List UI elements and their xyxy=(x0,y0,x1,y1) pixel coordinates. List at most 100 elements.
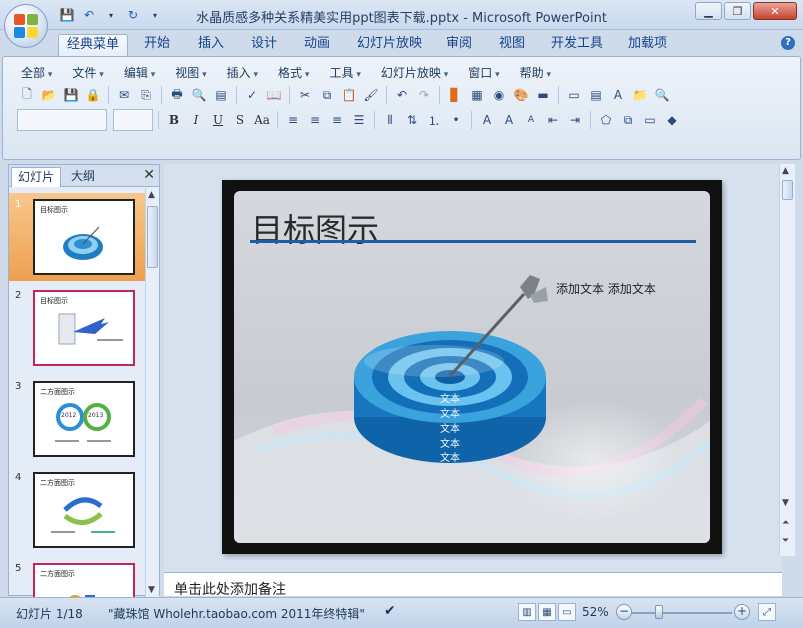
print-preview-icon[interactable]: 🔍 xyxy=(189,85,209,105)
menu-format[interactable]: 格式 xyxy=(268,64,319,82)
text-direction-icon[interactable]: ⇅ xyxy=(402,110,422,130)
underline-button[interactable]: U xyxy=(208,110,228,130)
tab-addins[interactable]: 加载项 xyxy=(620,34,675,56)
menu-view[interactable]: 视图 xyxy=(165,64,216,82)
tab-animation[interactable]: 动画 xyxy=(296,34,338,56)
scroll-up-icon[interactable]: ▲ xyxy=(782,166,789,176)
slide-sorter-view-icon[interactable]: ▦ xyxy=(538,603,556,621)
scroll-down-icon[interactable]: ▼ xyxy=(148,585,155,595)
numbering-icon[interactable]: ⒈ xyxy=(424,110,444,130)
redo-icon[interactable]: ↷ xyxy=(414,85,434,105)
thumbnail-slide-2[interactable]: 目标图示 xyxy=(33,290,135,366)
thumbnail-slide-3[interactable]: 二方面图示 2012 2013 xyxy=(33,381,135,457)
tab-home[interactable]: 开始 xyxy=(136,34,178,56)
grow-font-icon[interactable]: A xyxy=(499,110,519,130)
research-icon[interactable]: 📖 xyxy=(264,85,284,105)
help-icon[interactable]: ? xyxy=(781,36,795,50)
italic-button[interactable]: I xyxy=(186,110,206,130)
ring-label[interactable]: 文本 xyxy=(420,405,480,420)
notes-pane[interactable]: 单击此处添加备注 xyxy=(164,572,782,598)
menu-tools[interactable]: 工具 xyxy=(319,64,370,82)
target-text[interactable]: 添加文本 添加文本 xyxy=(556,280,656,297)
bullets-icon[interactable]: • xyxy=(446,110,466,130)
font-size-combo[interactable] xyxy=(113,109,153,131)
save-icon[interactable]: 💾 xyxy=(61,85,81,105)
restore-button[interactable]: ❐ xyxy=(724,2,751,20)
increase-indent-icon[interactable]: ⇥ xyxy=(565,110,585,130)
format-painter-icon[interactable]: 🖌 xyxy=(361,85,381,105)
menu-window[interactable]: 窗口 xyxy=(458,64,509,82)
scroll-down-icon[interactable]: ▼ xyxy=(782,498,789,508)
zoom-slider-handle[interactable] xyxy=(655,605,663,619)
permission-icon[interactable]: 🔒 xyxy=(83,85,103,105)
insert-table-icon[interactable]: ▦ xyxy=(467,85,487,105)
tab-classic-menu[interactable]: 经典菜单 xyxy=(58,34,129,56)
insert-picture-icon[interactable]: ◉ xyxy=(489,85,509,105)
undo-icon[interactable]: ↶ xyxy=(80,6,98,24)
slide-sorter-icon[interactable]: ▤ xyxy=(211,85,231,105)
quick-styles-icon[interactable]: ▭ xyxy=(640,110,660,130)
tab-view[interactable]: 视图 xyxy=(491,34,533,56)
menu-slideshow[interactable]: 幻灯片放映 xyxy=(371,64,458,82)
publish-icon[interactable]: ⎘ xyxy=(136,85,156,105)
previous-slide-icon[interactable]: ⏶ xyxy=(782,518,789,528)
current-slide[interactable]: 目标图示 添加文本 添加文本 文本 文本 文本 文本 文本 xyxy=(222,180,722,554)
cut-icon[interactable]: ✂ xyxy=(295,85,315,105)
spelling-icon[interactable]: ✓ xyxy=(242,85,262,105)
slide-scroll-thumb[interactable] xyxy=(782,180,793,200)
thumbnail-item[interactable]: 3 二方面图示 2012 2013 xyxy=(9,375,145,463)
color-grayscale-icon[interactable]: 🎨 xyxy=(511,85,531,105)
tab-design[interactable]: 设计 xyxy=(243,34,285,56)
align-center-icon[interactable]: ≡ xyxy=(305,110,325,130)
zoom-out-icon[interactable]: − xyxy=(616,604,632,620)
thumbnail-slide-5[interactable]: 二方面图示 xyxy=(33,563,135,597)
redo-icon[interactable]: ↻ xyxy=(124,6,142,24)
folder-icon[interactable]: 📁 xyxy=(630,85,650,105)
normal-view-icon[interactable]: ▥ xyxy=(518,603,536,621)
undo-icon[interactable]: ↶ xyxy=(392,85,412,105)
tab-slides[interactable]: 幻灯片 xyxy=(11,167,62,187)
ring-label[interactable]: 文本 xyxy=(420,449,480,464)
tab-developer[interactable]: 开发工具 xyxy=(543,34,611,56)
copy-icon[interactable]: ⧉ xyxy=(317,85,337,105)
menu-file[interactable]: 文件 xyxy=(62,64,113,82)
monitor-icon[interactable]: ▬ xyxy=(533,85,553,105)
align-right-icon[interactable]: ≡ xyxy=(327,110,347,130)
thumbnail-item[interactable]: 1 目标图示 xyxy=(9,193,145,281)
zoom-level[interactable]: 52% xyxy=(582,605,609,619)
shadow-button[interactable]: S xyxy=(230,110,250,130)
layout-icon[interactable]: ▤ xyxy=(586,85,606,105)
change-case-button[interactable]: Aa xyxy=(252,110,272,130)
save-icon[interactable]: 💾 xyxy=(58,6,76,24)
align-left-icon[interactable]: ≡ xyxy=(283,110,303,130)
slide-title[interactable]: 目标图示 xyxy=(251,205,379,251)
zoom-icon[interactable]: 🔍 xyxy=(652,85,672,105)
new-slide-icon[interactable]: ▭ xyxy=(564,85,584,105)
panel-scroll-thumb[interactable] xyxy=(147,206,158,268)
thumbnail-slide-4[interactable]: 二方面图示 xyxy=(33,472,135,548)
shrink-font-icon[interactable]: A xyxy=(521,110,541,130)
shapes-icon[interactable]: ⬠ xyxy=(596,110,616,130)
email-icon[interactable]: ✉ xyxy=(114,85,134,105)
insert-chart-icon[interactable]: ▊ xyxy=(445,85,465,105)
next-slide-icon[interactable]: ⏷ xyxy=(782,536,789,546)
tab-outline[interactable]: 大纲 xyxy=(65,167,101,187)
menu-insert[interactable]: 插入 xyxy=(217,64,268,82)
font-color-icon[interactable]: A xyxy=(477,110,497,130)
tab-review[interactable]: 审阅 xyxy=(438,34,480,56)
tab-slideshow[interactable]: 幻灯片放映 xyxy=(349,34,430,56)
textbox-icon[interactable]: A xyxy=(608,85,628,105)
open-folder-icon[interactable]: 📂 xyxy=(39,85,59,105)
close-panel-icon[interactable]: ✕ xyxy=(143,167,155,183)
arrange-icon[interactable]: ⧉ xyxy=(618,110,638,130)
fill-icon[interactable]: ◆ xyxy=(662,110,682,130)
scroll-up-icon[interactable]: ▲ xyxy=(148,190,155,200)
print-icon[interactable]: 🖶 xyxy=(167,85,187,105)
columns-icon[interactable]: ⫴ xyxy=(380,110,400,130)
office-button[interactable] xyxy=(4,4,48,48)
customize-icon[interactable]: ▾ xyxy=(146,6,164,24)
thumbnail-item[interactable]: 2 目标图示 xyxy=(9,284,145,372)
undo-dropdown-icon[interactable]: ▾ xyxy=(102,6,120,24)
font-name-combo[interactable] xyxy=(17,109,107,131)
menu-help[interactable]: 帮助 xyxy=(510,64,561,82)
